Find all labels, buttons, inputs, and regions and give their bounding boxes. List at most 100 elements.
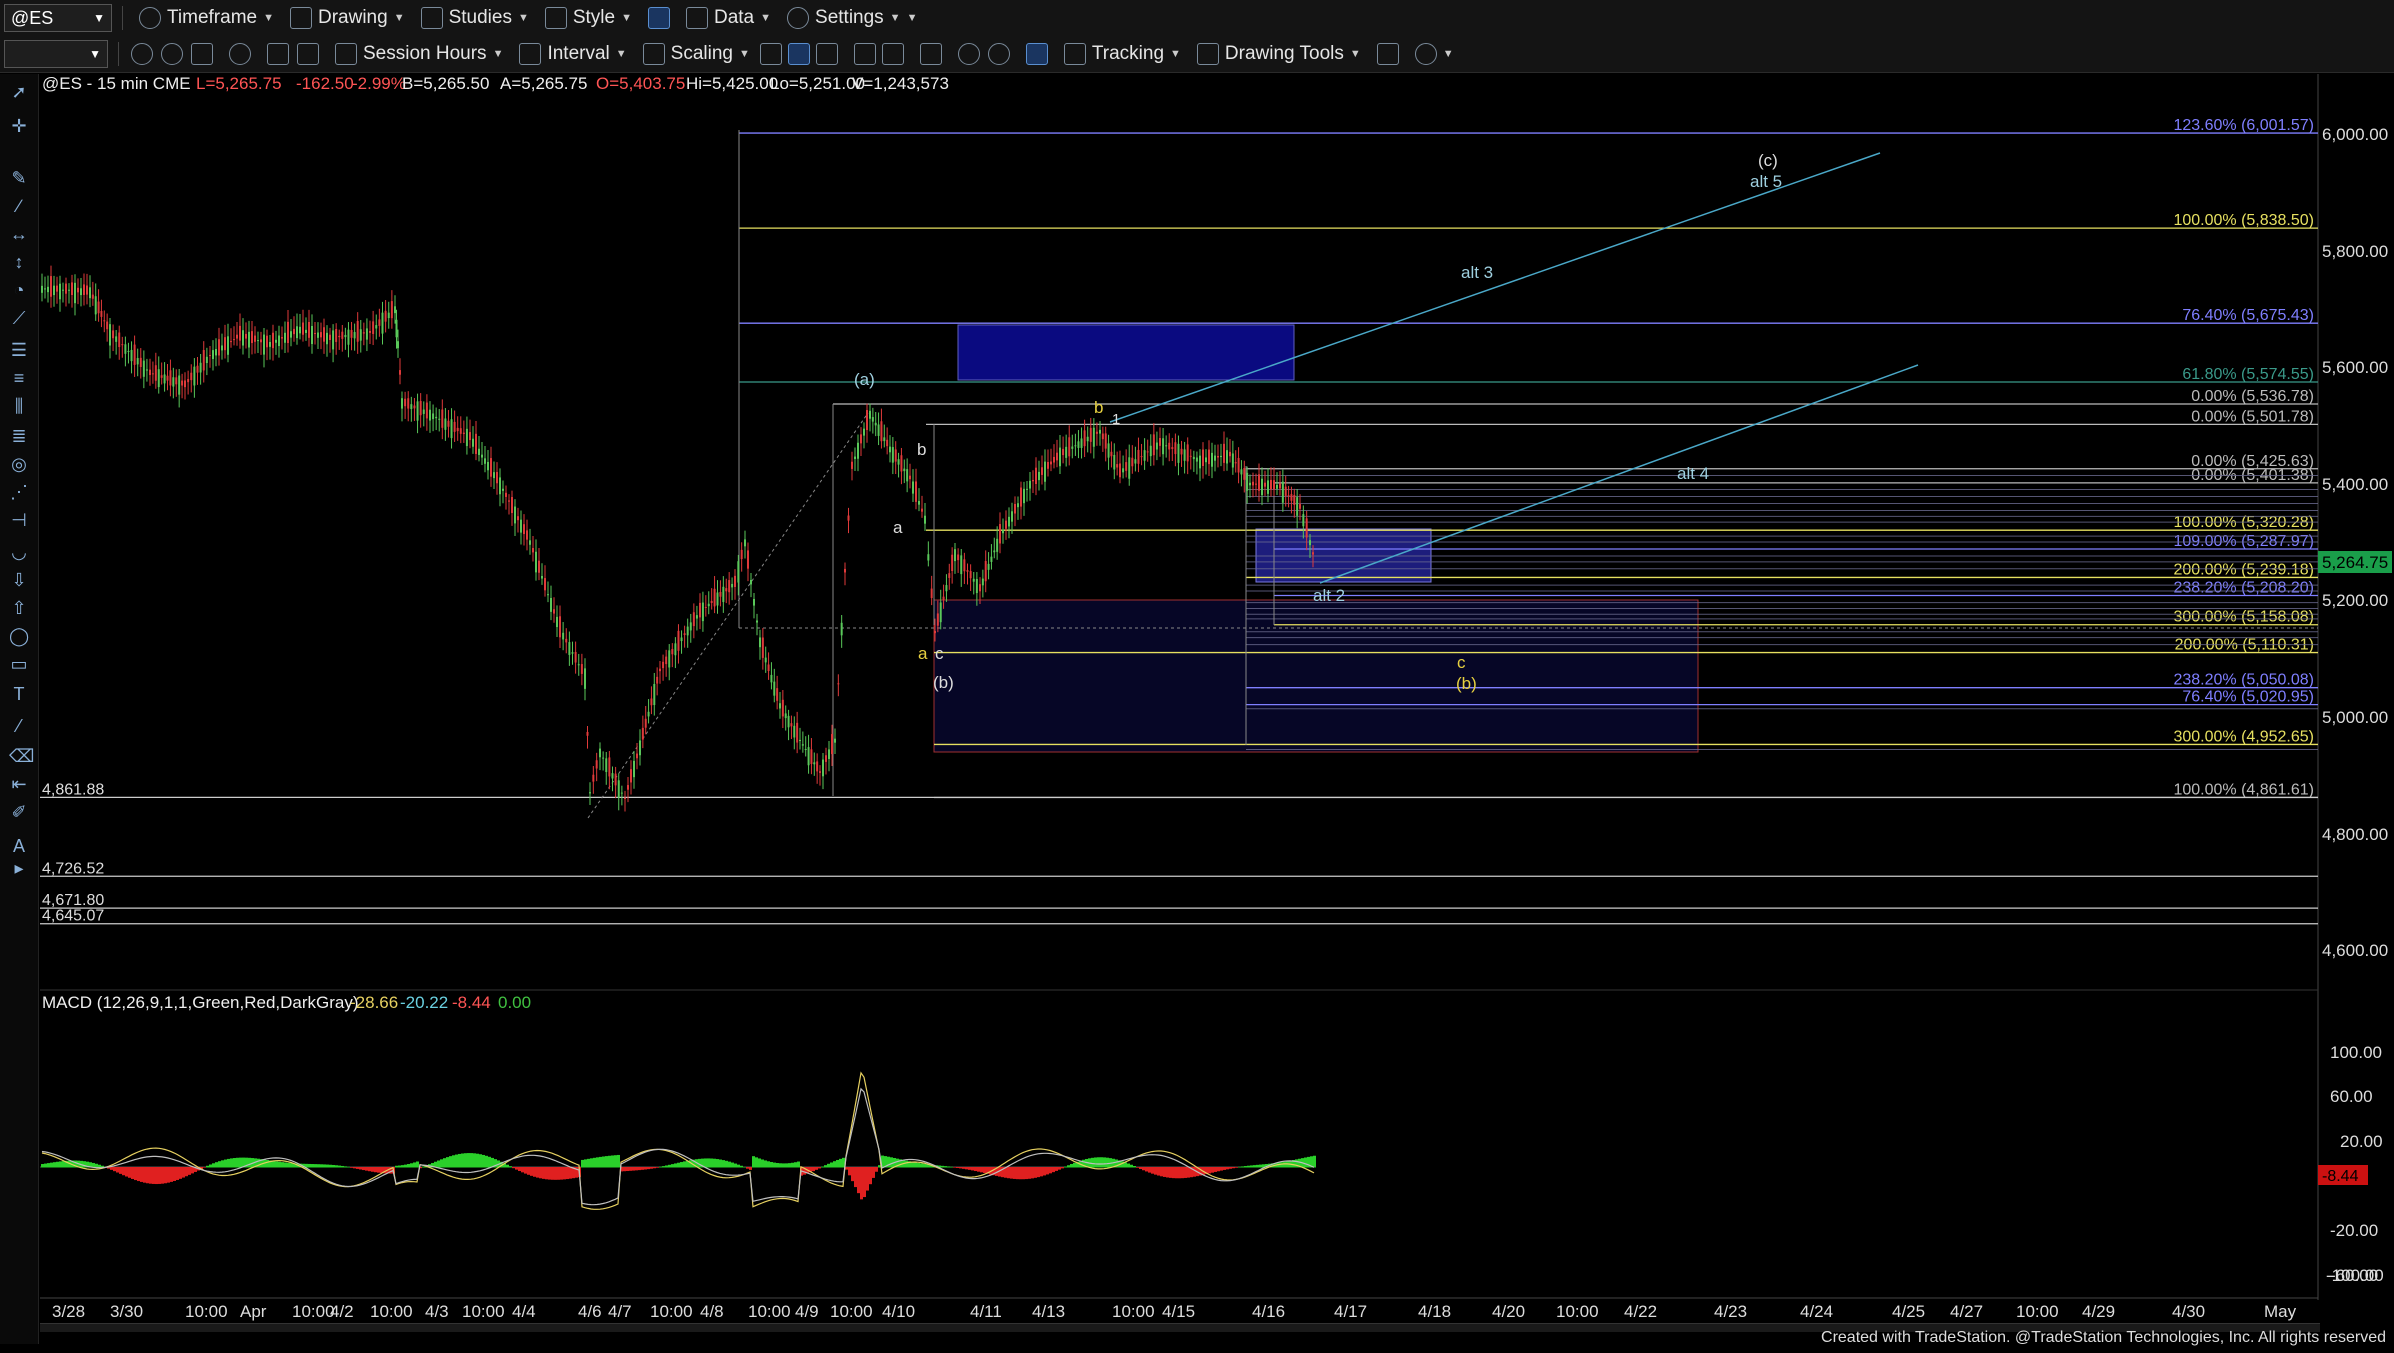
time-tick: 4/4 [512, 1302, 536, 1321]
price-bar-body [1099, 429, 1101, 434]
price-bar-body [1002, 529, 1004, 534]
macd-histogram-bar [170, 1167, 173, 1182]
price-bar-body [828, 749, 830, 759]
price-bar-body [744, 539, 746, 547]
macd-histogram-bar [590, 1158, 593, 1168]
macd-histogram-bar [224, 1159, 227, 1168]
macd-histogram-bar [815, 1167, 818, 1170]
macd-histogram-bar [155, 1167, 158, 1185]
price-bar-body [284, 332, 286, 343]
macd-histogram-bar [635, 1167, 638, 1171]
price-tick: 5,600.00 [2322, 358, 2388, 377]
price-bar-body [624, 797, 626, 799]
macd-histogram-bar [944, 1166, 947, 1168]
time-tick: 3/30 [110, 1302, 143, 1321]
price-bar-body [683, 633, 686, 636]
time-tick: 10:00 [1556, 1302, 1599, 1321]
price-bar-body [951, 554, 954, 572]
macd-histogram-bar [1175, 1167, 1178, 1179]
macd-histogram-bar [617, 1154, 620, 1168]
macd-histogram-bar [683, 1161, 686, 1168]
macd-label: MACD (12,26,9,1,1,Green,Red,DarkGray) [42, 993, 359, 1012]
macd-histogram-bar [1256, 1164, 1259, 1168]
time-tick: 4/27 [1950, 1302, 1983, 1321]
time-tick: 4/7 [608, 1302, 632, 1321]
price-bar-body [1005, 520, 1007, 529]
price-bar-body [532, 548, 534, 553]
macd-histogram-bar [659, 1166, 662, 1168]
price-bar-body [1125, 462, 1128, 471]
macd-histogram-bar [1208, 1167, 1211, 1174]
price-bar-body [384, 310, 387, 322]
price-bar-body [215, 348, 217, 356]
fib-level-label: 100.00% (5,838.50) [2173, 212, 2314, 229]
price-bar-body [1113, 454, 1116, 470]
price-bar-body [59, 283, 61, 300]
macd-histogram-bar [743, 1166, 746, 1168]
macd-histogram-bar [773, 1162, 776, 1168]
price-bar-body [957, 554, 960, 561]
macd-zero: 0.00 [498, 993, 531, 1012]
time-tick: 4/30 [2172, 1302, 2205, 1321]
macd-histogram-bar [1214, 1167, 1217, 1172]
time-tick: 4/16 [1252, 1302, 1285, 1321]
macd-histogram-bar [1157, 1167, 1160, 1176]
price-bar-body [499, 477, 501, 495]
price-bar-body [659, 668, 661, 672]
bid-price: B=5,265.50 [402, 74, 489, 93]
wave-label: 1 [1112, 411, 1120, 428]
price-bar-body [1050, 461, 1052, 465]
price-bar-body [963, 559, 966, 572]
macd-histogram-bar [62, 1161, 65, 1168]
price-bar-body [1252, 481, 1254, 486]
macd-histogram-bar [179, 1167, 182, 1179]
macd-histogram-bar [452, 1155, 455, 1168]
macd-histogram-bar [326, 1164, 329, 1168]
price-bar-body [450, 419, 453, 439]
price-bar-body [112, 330, 115, 339]
price-bar-body [529, 540, 531, 545]
macd-histogram-bar [563, 1167, 566, 1180]
macd-histogram-bar [176, 1167, 179, 1180]
macd-histogram-bar [1142, 1167, 1145, 1171]
time-tick: 10:00 [370, 1302, 413, 1321]
price-bar-body [149, 369, 151, 375]
macd-histogram-bar [116, 1167, 119, 1173]
price-bar-body [1095, 431, 1098, 434]
macd-histogram-bar [236, 1157, 239, 1168]
macd-histogram-bar [728, 1161, 731, 1168]
price-bar-body [1264, 482, 1266, 487]
price-bar-body [761, 637, 764, 658]
time-tick: 4/18 [1418, 1302, 1451, 1321]
price-bar-body [1226, 450, 1228, 464]
price-bar-body [281, 337, 283, 339]
macd-histogram-bar [350, 1167, 353, 1168]
macd-histogram-bar [539, 1167, 542, 1179]
price-bar-body [571, 652, 574, 654]
time-tick: 4/25 [1892, 1302, 1925, 1321]
price-bar-body [1020, 487, 1022, 507]
ask-price: A=5,265.75 [500, 74, 587, 93]
price-bar-body [172, 377, 175, 387]
price-bar-body [825, 755, 827, 762]
price-chart[interactable]: @ES - 15 min CME L=5,265.75 -162.50 -2.9… [0, 0, 2394, 1353]
macd-histogram-bar [560, 1167, 563, 1180]
price-bar-body [344, 334, 347, 338]
wave-label: c [935, 644, 944, 663]
price-bar-body [1152, 434, 1155, 456]
price-bar-body [960, 555, 963, 575]
macd-histogram-bar [1148, 1167, 1151, 1173]
price-bar-body [103, 320, 106, 322]
price-bar-body [701, 602, 704, 622]
price-bar-body [375, 325, 378, 329]
time-tick: 4/8 [700, 1302, 724, 1321]
time-tick: 4/11 [970, 1302, 1002, 1321]
price-tick: 5,000.00 [2322, 708, 2388, 727]
time-tick: 10:00 [292, 1302, 335, 1321]
price-bar-body [432, 413, 435, 420]
price-bar-body [999, 524, 1001, 544]
time-tick: 10:00 [462, 1302, 505, 1321]
macd-histogram-bar [872, 1167, 875, 1178]
price-bar-body [614, 773, 617, 786]
price-bar-body [1189, 455, 1192, 457]
